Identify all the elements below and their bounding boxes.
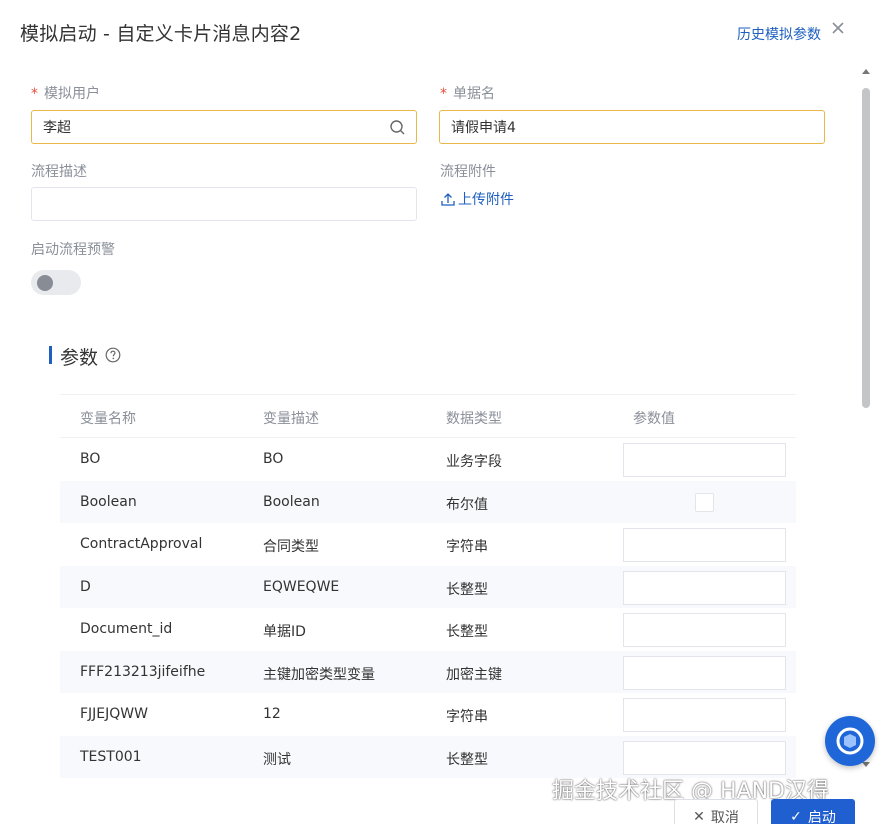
assistant-float-button[interactable] bbox=[825, 716, 875, 766]
var-desc: BO bbox=[263, 451, 284, 467]
start-button[interactable]: ✓ 启动 bbox=[771, 799, 855, 824]
table-header: 变量名称 变量描述 数据类型 参数值 bbox=[60, 394, 796, 438]
doc-name-value: 请假申请4 bbox=[451, 120, 516, 136]
var-name: TEST001 bbox=[80, 748, 142, 765]
var-type: 长整型 bbox=[446, 624, 488, 640]
upload-icon bbox=[441, 193, 455, 206]
var-desc: 测试 bbox=[263, 751, 291, 768]
var-type: 布尔值 bbox=[446, 496, 488, 513]
table-row: FJJEJQWW 12 字符串 bbox=[60, 693, 796, 736]
var-name: Document_id bbox=[80, 621, 173, 637]
var-name: ContractApproval bbox=[80, 536, 203, 552]
scroll-up-arrow-icon[interactable] bbox=[860, 66, 872, 78]
vertical-scrollbar[interactable] bbox=[859, 66, 873, 776]
upload-attachment-link[interactable]: 上传附件 bbox=[440, 189, 514, 209]
table-row: FFF213213jifeifhe 主键加密类型变量 加密主键 bbox=[60, 650, 796, 693]
param-value-input[interactable] bbox=[623, 655, 786, 690]
var-desc: 合同类型 bbox=[263, 539, 319, 555]
history-params-link[interactable]: 历史模拟参数 bbox=[737, 24, 821, 44]
var-type: 字符串 bbox=[446, 709, 488, 725]
column-header: 变量名称 bbox=[80, 411, 136, 427]
var-type: 加密主键 bbox=[446, 666, 502, 683]
param-value-input[interactable] bbox=[623, 698, 786, 732]
column-header: 参数值 bbox=[633, 411, 675, 427]
required-marker: * bbox=[31, 86, 38, 102]
close-icon: ✕ bbox=[693, 809, 705, 824]
var-name: Boolean bbox=[80, 493, 137, 510]
cancel-button[interactable]: ✕ 取消 bbox=[674, 799, 758, 824]
var-desc: EQWEQWE bbox=[263, 578, 340, 595]
params-section-title: 参数 bbox=[60, 347, 99, 369]
warning-label: 启动流程预警 bbox=[31, 242, 115, 258]
var-type: 字符串 bbox=[446, 539, 488, 555]
simulate-user-field[interactable]: 李超 bbox=[31, 110, 417, 144]
simulate-user-value: 李超 bbox=[43, 120, 71, 136]
check-icon: ✓ bbox=[790, 809, 802, 824]
var-name: FFF213213jifeifhe bbox=[80, 663, 206, 680]
table-row: D EQWEQWE 长整型 bbox=[60, 565, 796, 608]
doc-name-field[interactable]: 请假申请4 bbox=[439, 110, 825, 144]
table-row: TEST001 测试 长整型 bbox=[60, 735, 796, 778]
param-value-input[interactable] bbox=[623, 613, 786, 647]
var-name: D bbox=[80, 578, 91, 595]
search-icon[interactable] bbox=[389, 119, 406, 136]
var-desc: Boolean bbox=[263, 493, 320, 510]
assistant-icon bbox=[836, 727, 864, 755]
param-value-input[interactable] bbox=[623, 570, 786, 605]
param-value-input[interactable] bbox=[623, 443, 786, 477]
warning-toggle[interactable] bbox=[31, 270, 81, 295]
attachments-label: 流程附件 bbox=[440, 164, 496, 180]
doc-name-label: * 单据名 bbox=[440, 86, 495, 102]
flow-desc-label: 流程描述 bbox=[31, 164, 87, 180]
simulate-user-label: * 模拟用户 bbox=[31, 86, 100, 102]
column-header: 数据类型 bbox=[446, 411, 502, 427]
table-row: Document_id 单据ID 长整型 bbox=[60, 608, 796, 651]
param-value-checkbox[interactable] bbox=[695, 492, 714, 512]
dialog-title: 模拟启动 - 自定义卡片消息内容2 bbox=[20, 23, 302, 45]
var-desc: 主键加密类型变量 bbox=[263, 666, 375, 683]
section-marker bbox=[49, 346, 52, 364]
param-value-input[interactable] bbox=[623, 740, 786, 775]
help-circle-icon[interactable] bbox=[105, 347, 121, 363]
simulate-start-dialog: 模拟启动 - 自定义卡片消息内容2 历史模拟参数 * 模拟用户 李超 * 单据名 请… bbox=[0, 0, 880, 824]
param-value-input[interactable] bbox=[623, 528, 786, 562]
var-type: 长整型 bbox=[446, 751, 488, 768]
var-desc: 12 bbox=[263, 706, 281, 722]
table-row: Boolean Boolean 布尔值 bbox=[60, 480, 796, 523]
close-icon[interactable] bbox=[830, 20, 846, 36]
table-row: BO BO 业务字段 bbox=[60, 438, 796, 481]
flow-desc-field[interactable] bbox=[31, 187, 417, 221]
scroll-thumb[interactable] bbox=[862, 88, 870, 408]
var-type: 长整型 bbox=[446, 581, 488, 598]
var-name: BO bbox=[80, 451, 101, 467]
table-row: ContractApproval 合同类型 字符串 bbox=[60, 523, 796, 566]
var-name: FJJEJQWW bbox=[80, 706, 148, 722]
column-header: 变量描述 bbox=[263, 411, 319, 427]
var-desc: 单据ID bbox=[263, 624, 306, 640]
params-table: 变量名称 变量描述 数据类型 参数值 BO BO 业务字段 Boolean Bo… bbox=[60, 394, 796, 778]
required-marker: * bbox=[440, 86, 447, 102]
toggle-knob bbox=[37, 275, 53, 291]
var-type: 业务字段 bbox=[446, 454, 502, 470]
